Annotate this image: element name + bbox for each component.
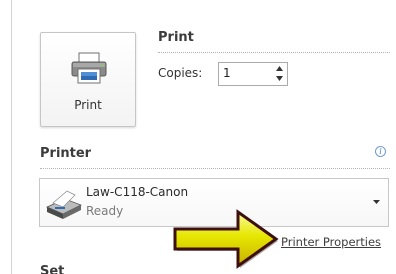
printer-status: Ready [86,204,124,218]
chevron-down-icon [275,76,283,81]
chevron-up-icon [275,66,283,71]
printer-name: Law-C118-Canon [86,185,189,199]
print-button[interactable]: Print [40,32,136,127]
printer-section-divider [40,168,390,169]
printer-icon [71,52,107,84]
printer-device-icon [46,190,82,219]
print-section-divider [158,52,390,53]
print-section-title: Print [158,30,194,45]
printer-properties-link[interactable]: Printer Properties [281,235,381,249]
annotation-arrow [173,209,279,269]
copies-stepper[interactable]: 1 [218,62,288,86]
print-button-label: Print [74,98,102,112]
info-icon[interactable]: i [375,146,386,157]
printer-section-title: Printer [40,146,92,161]
copies-decrement-button[interactable] [271,74,287,85]
settings-section-title: Set [40,264,65,274]
copies-label: Copies: [158,66,203,80]
backstage-divider [11,0,12,274]
dropdown-caret-icon [373,200,380,204]
copies-value[interactable]: 1 [223,66,231,80]
